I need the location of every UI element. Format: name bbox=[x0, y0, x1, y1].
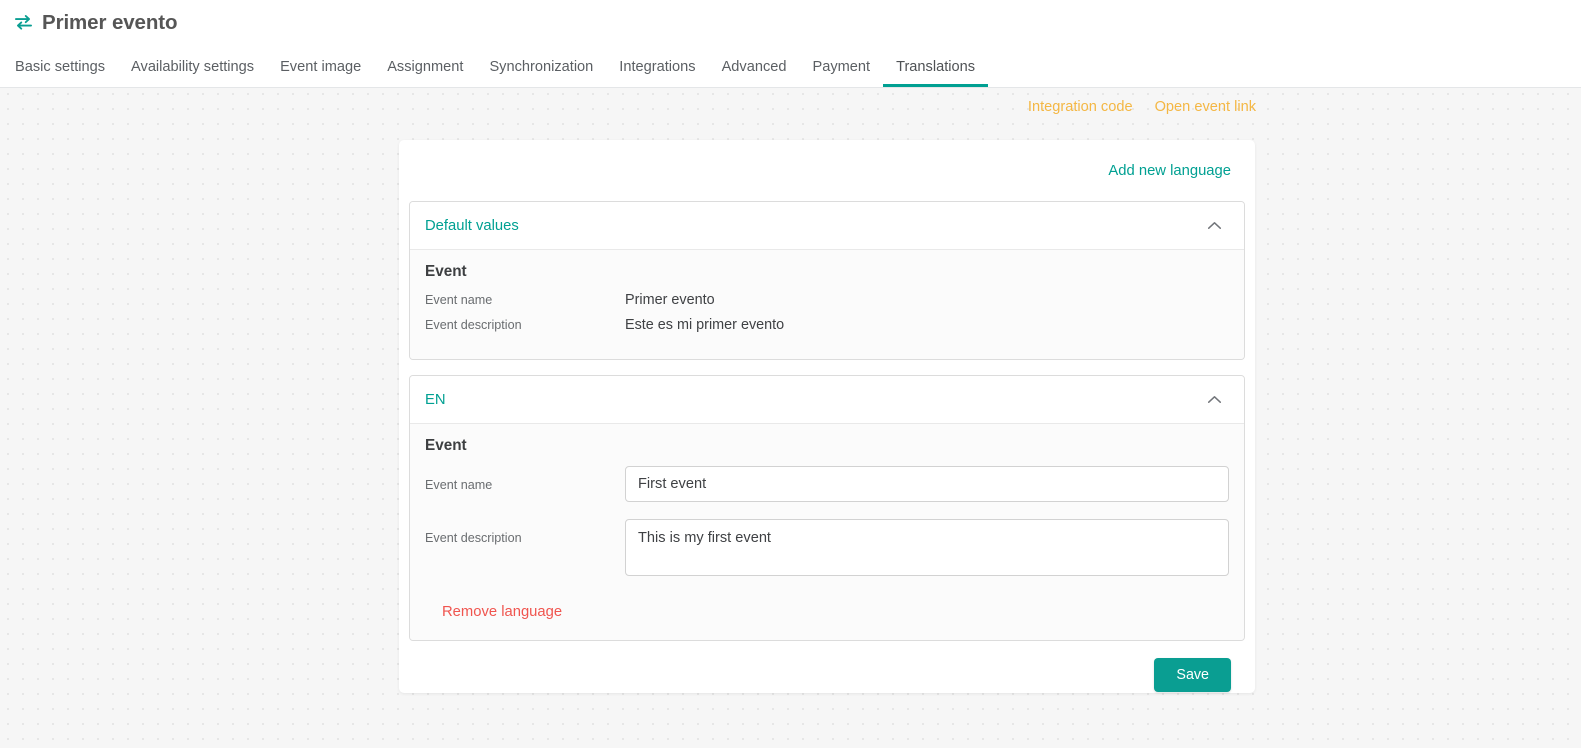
tab-event-image[interactable]: Event image bbox=[267, 60, 374, 87]
section-title-event-default: Event bbox=[425, 263, 467, 280]
add-new-language-button[interactable]: Add new language bbox=[1108, 163, 1231, 179]
page-title: Primer evento bbox=[42, 10, 178, 34]
save-row: Save bbox=[399, 641, 1255, 692]
panel-default-values-body: Event Event name Primer evento Event des… bbox=[410, 249, 1244, 359]
save-button[interactable]: Save bbox=[1154, 658, 1231, 692]
add-language-row: Add new language bbox=[399, 140, 1255, 201]
integration-code-link[interactable]: Integration code bbox=[1028, 99, 1133, 115]
tab-integrations[interactable]: Integrations bbox=[606, 60, 708, 87]
event-description-textarea[interactable]: This is my first event bbox=[625, 519, 1229, 576]
readonly-row-event-description: Event description Este es mi primer even… bbox=[425, 317, 1229, 342]
form-label-event-description: Event description bbox=[425, 531, 522, 545]
tab-payment[interactable]: Payment bbox=[799, 60, 883, 87]
readonly-value-event-name: Primer evento bbox=[625, 292, 715, 308]
remove-language-button[interactable]: Remove language bbox=[442, 604, 562, 620]
remove-language-row: Remove language bbox=[425, 598, 1229, 623]
top-bar: Primer evento Basic settings Availabilit… bbox=[0, 0, 1581, 88]
form-row-event-description: Event description This is my first event bbox=[425, 519, 1229, 581]
tab-advanced[interactable]: Advanced bbox=[709, 60, 800, 87]
section-title-event-en: Event bbox=[425, 437, 467, 454]
tab-bar: Basic settings Availability settings Eve… bbox=[0, 45, 1581, 87]
page-body: Integration code Open event link Add new… bbox=[0, 88, 1581, 748]
panel-default-values: Default values Event Event name Primer e… bbox=[409, 201, 1245, 360]
chevron-up-icon[interactable] bbox=[1207, 395, 1222, 404]
translations-card: Add new language Default values Event Ev… bbox=[399, 140, 1255, 693]
panel-en-body: Event Event name Event description This … bbox=[410, 423, 1244, 640]
readonly-label-event-description: Event description bbox=[425, 318, 522, 332]
field-wrap-event-name bbox=[625, 466, 1229, 502]
tab-translations[interactable]: Translations bbox=[883, 60, 988, 87]
utility-links: Integration code Open event link bbox=[1028, 99, 1256, 115]
panel-en-header[interactable]: EN bbox=[410, 376, 1244, 423]
form-row-event-name: Event name bbox=[425, 466, 1229, 502]
tab-availability-settings[interactable]: Availability settings bbox=[118, 60, 267, 87]
tab-assignment[interactable]: Assignment bbox=[374, 60, 476, 87]
field-wrap-event-description: This is my first event bbox=[625, 519, 1229, 581]
title-row: Primer evento bbox=[0, 0, 1581, 45]
panel-default-values-title: Default values bbox=[425, 217, 519, 234]
panel-en: EN Event Event name Event description Th… bbox=[409, 375, 1245, 641]
tab-basic-settings[interactable]: Basic settings bbox=[2, 60, 118, 87]
readonly-value-event-description: Este es mi primer evento bbox=[625, 317, 785, 333]
swap-arrows-icon bbox=[14, 15, 33, 30]
tab-synchronization[interactable]: Synchronization bbox=[476, 60, 606, 87]
panel-en-title: EN bbox=[425, 391, 446, 408]
chevron-up-icon[interactable] bbox=[1207, 221, 1222, 230]
open-event-link[interactable]: Open event link bbox=[1155, 99, 1256, 115]
form-label-event-name: Event name bbox=[425, 478, 493, 492]
readonly-row-event-name: Event name Primer evento bbox=[425, 292, 1229, 317]
event-name-input[interactable] bbox=[625, 466, 1229, 502]
readonly-label-event-name: Event name bbox=[425, 293, 493, 307]
panel-default-values-header[interactable]: Default values bbox=[410, 202, 1244, 249]
